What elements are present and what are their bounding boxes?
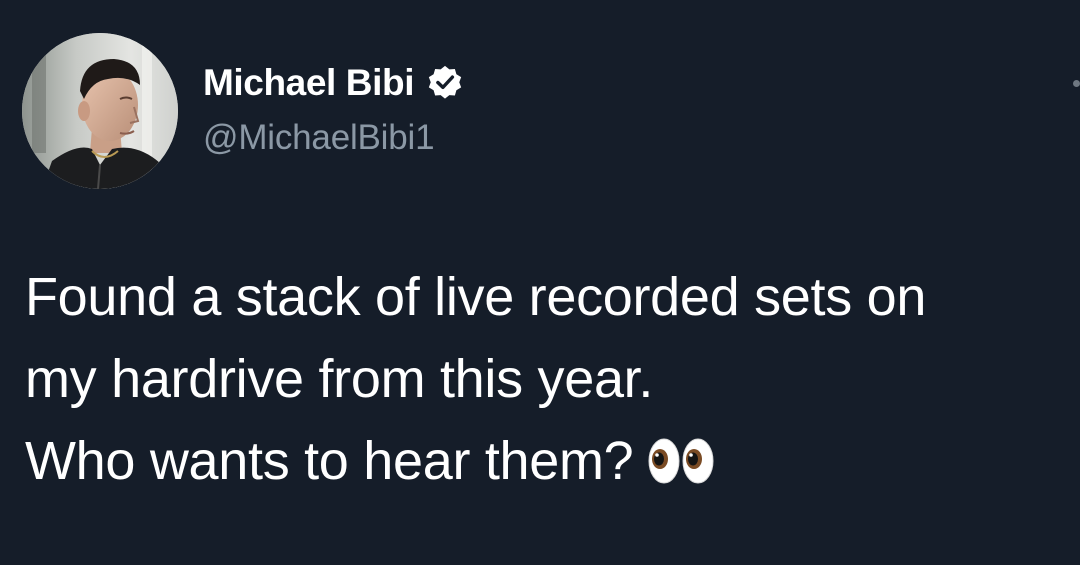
tweet-line-2: my hardrive from this year. (25, 349, 654, 409)
avatar[interactable] (22, 33, 178, 189)
tweet-line-1: Found a stack of live recorded sets on (25, 267, 927, 327)
tweet-line-3: Who wants to hear them? (25, 420, 1080, 502)
tweet-line-3-text: Who wants to hear them? (25, 431, 634, 491)
profile-photo (22, 33, 178, 189)
author-handle[interactable]: @MichaelBibi1 (203, 116, 435, 160)
tweet-card: Michael Bibi @MichaelBibi1 Found a stack… (0, 0, 1080, 565)
author-name-row: Michael Bibi (203, 59, 464, 107)
more-options-icon[interactable] (1070, 76, 1080, 90)
author-display-name[interactable]: Michael Bibi (203, 59, 414, 107)
eyes-emoji (647, 437, 715, 485)
tweet-text: Found a stack of live recorded sets on m… (25, 256, 1080, 502)
verified-badge-icon (426, 64, 464, 102)
